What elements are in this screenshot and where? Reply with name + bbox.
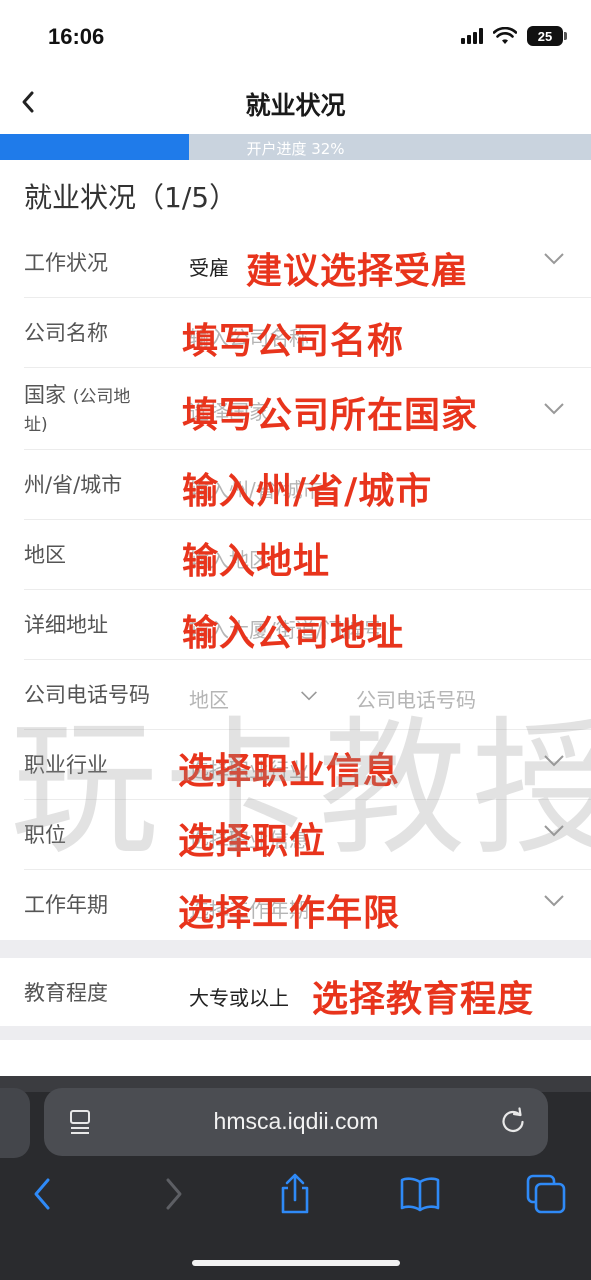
state-city-row[interactable]: 州/省/城市 输入州/省/城市 输入州/省/城市 <box>24 450 591 520</box>
section-divider <box>0 940 591 958</box>
work-status-row[interactable]: 工作状况 受雇 建议选择受雇 <box>24 228 591 298</box>
address-annotation: 输入公司地址 <box>182 613 405 654</box>
position-row[interactable]: 职位 选择职业信息 选择职位 <box>24 800 591 870</box>
address-label: 详细地址 <box>24 613 108 637</box>
chevron-down-icon[interactable] <box>543 754 565 768</box>
state-city-annotation: 输入州/省/城市 <box>182 471 433 512</box>
wifi-icon <box>493 27 517 44</box>
work-years-label: 工作年期 <box>24 893 108 917</box>
safari-browser-chrome: hmsca.iqdii.com <box>0 1076 591 1280</box>
education-value[interactable]: 大专或以上 <box>189 982 289 1011</box>
status-time: 16:06 <box>48 24 105 49</box>
chevron-down-icon[interactable] <box>543 402 565 416</box>
share-icon[interactable] <box>273 1172 317 1216</box>
page-title: 就业状况 <box>245 91 346 120</box>
status-icons: 25 <box>461 26 567 46</box>
chevron-down-icon[interactable] <box>543 894 565 908</box>
chevron-down-icon[interactable] <box>300 690 318 702</box>
nav-header: 就业状况 <box>0 70 591 134</box>
previous-tab-preview[interactable] <box>0 1088 30 1158</box>
address-row[interactable]: 详细地址 输入大厦/街道/门牌号 输入公司地址 <box>24 590 591 660</box>
cellular-signal-icon <box>461 28 483 44</box>
work-status-label: 工作状况 <box>24 251 108 275</box>
industry-row[interactable]: 职业行业 选择职业行业 选择职业信息 <box>24 730 591 800</box>
country-label: 国家 (公司地 址) <box>24 383 131 435</box>
bookmarks-icon[interactable] <box>398 1172 442 1216</box>
battery-icon: 25 <box>527 26 567 46</box>
phone-row[interactable]: 公司电话号码 地区 公司电话号码 <box>24 660 591 730</box>
company-name-annotation: 填写公司名称 <box>182 321 405 362</box>
work-status-value[interactable]: 受雇 <box>189 252 229 281</box>
work-years-annotation: 选择工作年限 <box>178 893 401 934</box>
reload-icon[interactable] <box>498 1106 528 1136</box>
state-city-label: 州/省/城市 <box>24 473 123 497</box>
employment-form: 工作状况 受雇 建议选择受雇 公司名称 输入公司名称 填写公司名称 国家 (公司… <box>0 228 591 1040</box>
phone-number-input[interactable]: 公司电话号码 <box>356 684 476 713</box>
browser-toolbar <box>0 1172 591 1232</box>
education-row[interactable]: 教育程度 大专或以上 选择教育程度 <box>24 958 591 1026</box>
chevron-down-icon[interactable] <box>543 252 565 266</box>
work-status-annotation: 建议选择受雇 <box>246 251 469 292</box>
progress-label: 开户进度 32% <box>246 140 345 158</box>
tabs-icon[interactable] <box>524 1172 568 1216</box>
education-label: 教育程度 <box>24 981 108 1005</box>
work-years-row[interactable]: 工作年期 选择工作年期 选择工作年限 <box>24 870 591 940</box>
phone-label: 公司电话号码 <box>24 683 150 707</box>
country-annotation: 填写公司所在国家 <box>182 395 479 436</box>
industry-annotation: 选择职业信息 <box>178 751 401 792</box>
industry-label: 职业行业 <box>24 753 108 777</box>
country-row[interactable]: 国家 (公司地 址) 选择国家 填写公司所在国家 <box>24 368 591 450</box>
company-name-label: 公司名称 <box>24 321 108 345</box>
chevron-down-icon[interactable] <box>543 824 565 838</box>
address-bar[interactable]: hmsca.iqdii.com <box>44 1088 548 1156</box>
progress-bar: 开户进度 32% <box>0 134 591 160</box>
position-label: 职位 <box>24 823 66 847</box>
district-label: 地区 <box>24 543 66 567</box>
home-indicator <box>192 1260 400 1266</box>
section-divider <box>0 1026 591 1040</box>
company-name-row[interactable]: 公司名称 输入公司名称 填写公司名称 <box>24 298 591 368</box>
position-annotation: 选择职位 <box>178 821 327 862</box>
section-title: 就业状况（1/5） <box>24 181 238 214</box>
forward-arrow-icon[interactable] <box>150 1172 194 1216</box>
back-arrow-icon[interactable] <box>22 1172 66 1216</box>
url-text[interactable]: hmsca.iqdii.com <box>44 1108 548 1135</box>
district-row[interactable]: 地区 输入地区 输入地址 <box>24 520 591 590</box>
status-bar: 16:06 25 <box>0 0 591 70</box>
district-annotation: 输入地址 <box>182 541 331 582</box>
phone-area-select[interactable]: 地区 <box>189 684 229 713</box>
education-annotation: 选择教育程度 <box>312 979 535 1020</box>
